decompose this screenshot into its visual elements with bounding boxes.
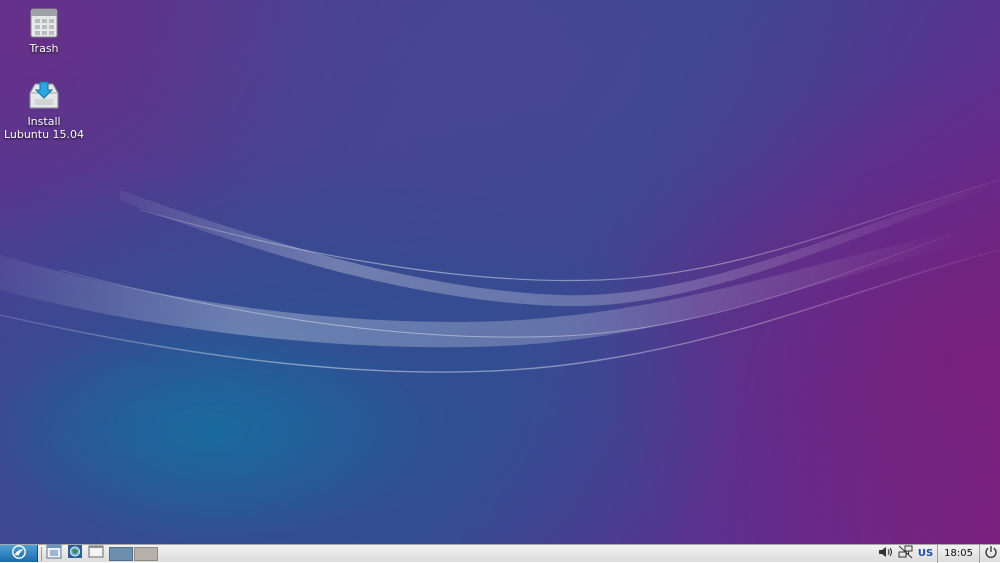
system-tray: US 18:05: [876, 544, 1000, 563]
desktop-icon-label: Trash: [29, 42, 59, 55]
desktop-icon-trash[interactable]: Trash: [0, 6, 89, 55]
file-manager-launcher[interactable]: [45, 544, 63, 563]
desktop-icon-label: Install Lubuntu 15.04: [3, 115, 85, 141]
desktop-icon-install-lubuntu[interactable]: Install Lubuntu 15.04: [0, 79, 89, 141]
show-desktop-icon: [88, 544, 104, 563]
volume-control[interactable]: [878, 544, 894, 563]
web-browser-icon: [67, 544, 83, 563]
workspace-1-button[interactable]: [109, 546, 133, 561]
lubuntu-menu-icon: [11, 544, 27, 563]
show-desktop-launcher[interactable]: [87, 544, 105, 563]
desktop[interactable]: Trash Install Lubuntu 15.04: [0, 0, 1000, 544]
speaker-icon: [878, 544, 894, 563]
trash-icon: [27, 6, 61, 40]
start-menu-button[interactable]: [0, 545, 38, 562]
power-icon: [984, 544, 998, 563]
workspace-2-button[interactable]: [134, 546, 158, 561]
network-icon: [898, 544, 914, 563]
power-button[interactable]: [982, 546, 1000, 562]
web-browser-launcher[interactable]: [66, 544, 84, 563]
network-indicator[interactable]: [898, 544, 914, 563]
wallpaper-wave: [0, 179, 1000, 373]
clock[interactable]: 18:05: [937, 544, 980, 563]
installer-icon: [27, 79, 61, 113]
taskbar-separator: [41, 546, 42, 561]
file-manager-icon: [46, 544, 62, 563]
keyboard-layout-indicator[interactable]: US: [918, 548, 933, 559]
taskbar: US 18:05: [0, 544, 1000, 563]
